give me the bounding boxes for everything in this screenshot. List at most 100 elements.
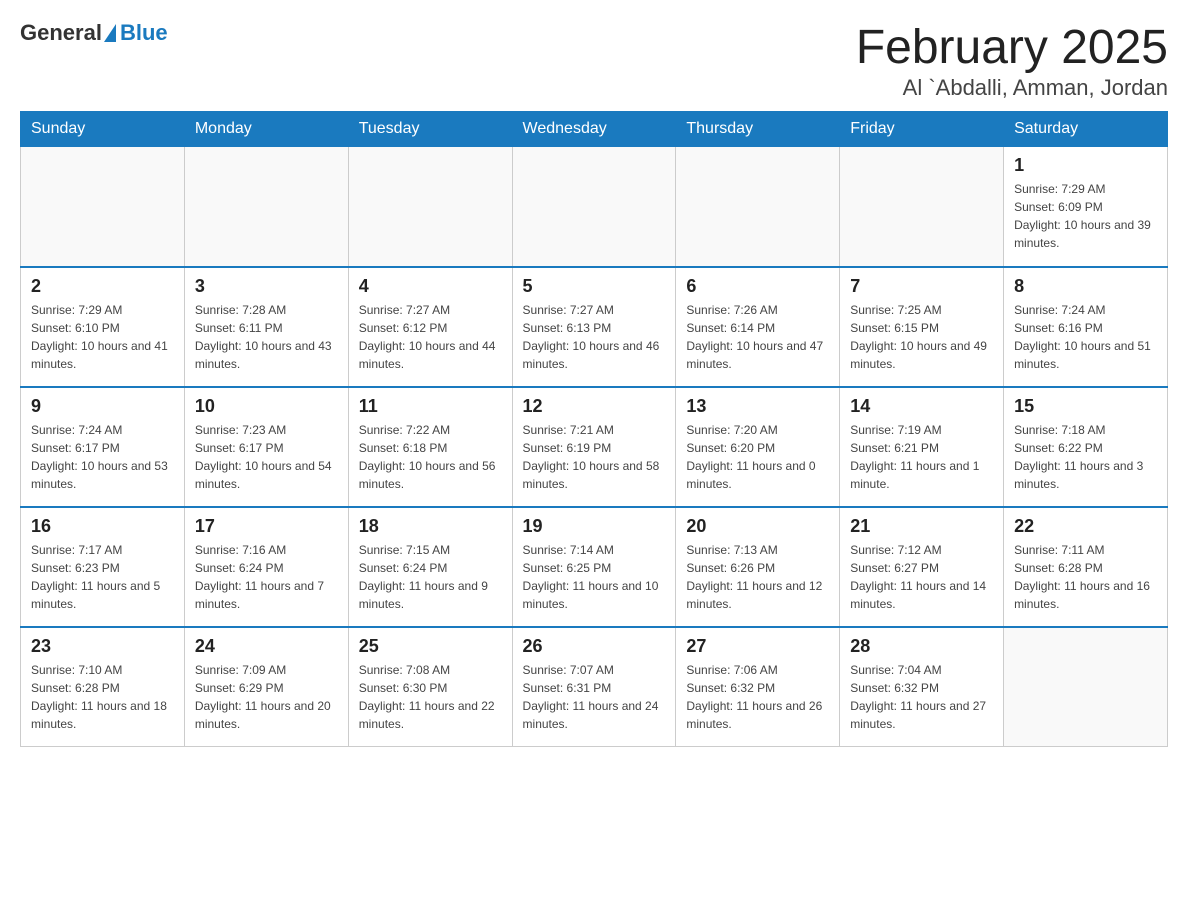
calendar-cell [1004,627,1168,747]
day-number: 4 [359,276,502,297]
calendar-week-row: 16 Sunrise: 7:17 AM Sunset: 6:23 PM Dayli… [21,507,1168,627]
day-number: 13 [686,396,829,417]
day-info: Sunrise: 7:04 AM Sunset: 6:32 PM Dayligh… [850,661,993,733]
calendar-cell: 6 Sunrise: 7:26 AM Sunset: 6:14 PM Daylig… [676,267,840,387]
month-title: February 2025 [856,20,1168,75]
day-info: Sunrise: 7:10 AM Sunset: 6:28 PM Dayligh… [31,661,174,733]
day-info: Sunrise: 7:14 AM Sunset: 6:25 PM Dayligh… [523,541,666,613]
weekday-header-sunday: Sunday [21,112,185,147]
day-info: Sunrise: 7:24 AM Sunset: 6:16 PM Dayligh… [1014,301,1157,373]
calendar-cell: 28 Sunrise: 7:04 AM Sunset: 6:32 PM Dayli… [840,627,1004,747]
calendar-cell: 23 Sunrise: 7:10 AM Sunset: 6:28 PM Dayli… [21,627,185,747]
weekday-header-row: SundayMondayTuesdayWednesdayThursdayFrid… [21,112,1168,147]
day-info: Sunrise: 7:29 AM Sunset: 6:09 PM Dayligh… [1014,180,1157,252]
day-number: 20 [686,516,829,537]
calendar-cell: 16 Sunrise: 7:17 AM Sunset: 6:23 PM Dayli… [21,507,185,627]
logo-general-text: General [20,20,102,46]
calendar-cell [512,147,676,267]
day-number: 16 [31,516,174,537]
day-number: 11 [359,396,502,417]
day-number: 17 [195,516,338,537]
day-number: 10 [195,396,338,417]
day-info: Sunrise: 7:12 AM Sunset: 6:27 PM Dayligh… [850,541,993,613]
calendar-cell: 17 Sunrise: 7:16 AM Sunset: 6:24 PM Dayli… [184,507,348,627]
day-number: 9 [31,396,174,417]
day-number: 3 [195,276,338,297]
day-info: Sunrise: 7:19 AM Sunset: 6:21 PM Dayligh… [850,421,993,493]
day-number: 19 [523,516,666,537]
calendar-week-row: 9 Sunrise: 7:24 AM Sunset: 6:17 PM Daylig… [21,387,1168,507]
day-number: 12 [523,396,666,417]
day-info: Sunrise: 7:28 AM Sunset: 6:11 PM Dayligh… [195,301,338,373]
weekday-header-thursday: Thursday [676,112,840,147]
day-info: Sunrise: 7:23 AM Sunset: 6:17 PM Dayligh… [195,421,338,493]
day-number: 6 [686,276,829,297]
calendar-cell: 26 Sunrise: 7:07 AM Sunset: 6:31 PM Dayli… [512,627,676,747]
weekday-header-tuesday: Tuesday [348,112,512,147]
calendar-cell: 7 Sunrise: 7:25 AM Sunset: 6:15 PM Daylig… [840,267,1004,387]
calendar-cell [21,147,185,267]
calendar-cell: 18 Sunrise: 7:15 AM Sunset: 6:24 PM Dayli… [348,507,512,627]
day-number: 8 [1014,276,1157,297]
day-number: 18 [359,516,502,537]
calendar-cell: 5Sunrise: 7:27 AM Sunset: 6:13 PM Daylig… [512,267,676,387]
calendar-cell: 19 Sunrise: 7:14 AM Sunset: 6:25 PM Dayli… [512,507,676,627]
calendar-cell: 4 Sunrise: 7:27 AM Sunset: 6:12 PM Daylig… [348,267,512,387]
day-number: 7 [850,276,993,297]
day-number: 15 [1014,396,1157,417]
day-number: 24 [195,636,338,657]
title-section: February 2025 Al `Abdalli, Amman, Jordan [856,20,1168,101]
day-info: Sunrise: 7:07 AM Sunset: 6:31 PM Dayligh… [523,661,666,733]
day-info: Sunrise: 7:24 AM Sunset: 6:17 PM Dayligh… [31,421,174,493]
day-info: Sunrise: 7:26 AM Sunset: 6:14 PM Dayligh… [686,301,829,373]
calendar-cell: 13 Sunrise: 7:20 AM Sunset: 6:20 PM Dayli… [676,387,840,507]
calendar-cell: 24 Sunrise: 7:09 AM Sunset: 6:29 PM Dayli… [184,627,348,747]
calendar-cell [184,147,348,267]
calendar-cell: 15 Sunrise: 7:18 AM Sunset: 6:22 PM Dayli… [1004,387,1168,507]
calendar-cell: 12 Sunrise: 7:21 AM Sunset: 6:19 PM Dayli… [512,387,676,507]
day-info: Sunrise: 7:20 AM Sunset: 6:20 PM Dayligh… [686,421,829,493]
day-number: 28 [850,636,993,657]
day-info: Sunrise: 7:21 AM Sunset: 6:19 PM Dayligh… [523,421,666,493]
day-info: Sunrise: 7:17 AM Sunset: 6:23 PM Dayligh… [31,541,174,613]
day-info: Sunrise: 7:06 AM Sunset: 6:32 PM Dayligh… [686,661,829,733]
day-info: Sunrise: 7:13 AM Sunset: 6:26 PM Dayligh… [686,541,829,613]
calendar-cell: 1 Sunrise: 7:29 AM Sunset: 6:09 PM Daylig… [1004,147,1168,267]
calendar-week-row: 1 Sunrise: 7:29 AM Sunset: 6:09 PM Daylig… [21,147,1168,267]
day-info: Sunrise: 7:16 AM Sunset: 6:24 PM Dayligh… [195,541,338,613]
calendar-cell: 2Sunrise: 7:29 AM Sunset: 6:10 PM Daylig… [21,267,185,387]
page-header: General Blue February 2025 Al `Abdalli, … [20,20,1168,101]
calendar-cell: 11Sunrise: 7:22 AM Sunset: 6:18 PM Dayli… [348,387,512,507]
day-number: 2 [31,276,174,297]
day-info: Sunrise: 7:25 AM Sunset: 6:15 PM Dayligh… [850,301,993,373]
calendar-cell: 3 Sunrise: 7:28 AM Sunset: 6:11 PM Daylig… [184,267,348,387]
day-number: 26 [523,636,666,657]
day-number: 1 [1014,155,1157,176]
calendar-cell: 20 Sunrise: 7:13 AM Sunset: 6:26 PM Dayli… [676,507,840,627]
weekday-header-saturday: Saturday [1004,112,1168,147]
calendar-cell: 22Sunrise: 7:11 AM Sunset: 6:28 PM Dayli… [1004,507,1168,627]
calendar-cell [348,147,512,267]
logo-blue-text: Blue [120,20,168,46]
calendar-cell: 27 Sunrise: 7:06 AM Sunset: 6:32 PM Dayli… [676,627,840,747]
day-info: Sunrise: 7:09 AM Sunset: 6:29 PM Dayligh… [195,661,338,733]
weekday-header-monday: Monday [184,112,348,147]
day-number: 21 [850,516,993,537]
day-info: Sunrise: 7:15 AM Sunset: 6:24 PM Dayligh… [359,541,502,613]
day-number: 22 [1014,516,1157,537]
location-subtitle: Al `Abdalli, Amman, Jordan [856,75,1168,101]
day-number: 27 [686,636,829,657]
day-number: 23 [31,636,174,657]
day-info: Sunrise: 7:18 AM Sunset: 6:22 PM Dayligh… [1014,421,1157,493]
calendar-cell: 25Sunrise: 7:08 AM Sunset: 6:30 PM Dayli… [348,627,512,747]
weekday-header-wednesday: Wednesday [512,112,676,147]
day-info: Sunrise: 7:27 AM Sunset: 6:12 PM Dayligh… [359,301,502,373]
calendar-week-row: 2Sunrise: 7:29 AM Sunset: 6:10 PM Daylig… [21,267,1168,387]
day-number: 5 [523,276,666,297]
logo: General Blue [20,20,168,46]
calendar-cell: 21 Sunrise: 7:12 AM Sunset: 6:27 PM Dayli… [840,507,1004,627]
calendar-week-row: 23 Sunrise: 7:10 AM Sunset: 6:28 PM Dayli… [21,627,1168,747]
calendar-cell: 8 Sunrise: 7:24 AM Sunset: 6:16 PM Daylig… [1004,267,1168,387]
calendar-table: SundayMondayTuesdayWednesdayThursdayFrid… [20,111,1168,747]
calendar-cell: 14Sunrise: 7:19 AM Sunset: 6:21 PM Dayli… [840,387,1004,507]
